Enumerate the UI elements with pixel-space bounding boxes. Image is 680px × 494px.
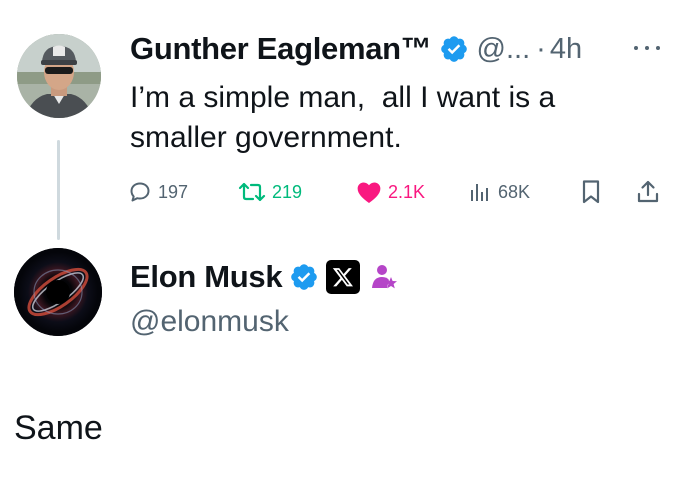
- reply-author-handle[interactable]: @elonmusk: [130, 302, 289, 342]
- reply-author-name[interactable]: Elon Musk: [130, 259, 283, 295]
- repost-count: 219: [272, 181, 303, 202]
- tweet-text: I’m a simple man, all I want is a smalle…: [130, 81, 564, 154]
- analytics-icon: [471, 184, 488, 201]
- reply-tweet-text: Same: [14, 409, 103, 447]
- share-icon: [637, 180, 659, 203]
- tweet-timestamp[interactable]: 4h: [550, 33, 582, 66]
- profile-photo-icon: [17, 34, 101, 118]
- bookmark-button[interactable]: [580, 175, 602, 209]
- repost-icon: [238, 182, 266, 202]
- verified-badge-icon[interactable]: [289, 262, 319, 292]
- repost-button[interactable]: 219: [238, 175, 302, 209]
- author-avatar[interactable]: [17, 34, 101, 118]
- reply-button[interactable]: 197: [128, 175, 188, 209]
- heart-icon: [357, 182, 381, 204]
- author-handle[interactable]: @...: [477, 33, 531, 66]
- tweet-header: Gunther Eagleman™ @... · 4h: [130, 28, 582, 70]
- x-affiliation-icon[interactable]: [326, 260, 361, 294]
- share-button[interactable]: [636, 175, 660, 209]
- thread-connector-line: [57, 140, 60, 240]
- author-name[interactable]: Gunther Eagleman™: [130, 31, 432, 67]
- reply-header: Elon Musk: [130, 256, 399, 298]
- view-count: 68K: [498, 181, 531, 202]
- bookmark-icon: [582, 180, 600, 204]
- blackhole-avatar-icon: [14, 248, 102, 336]
- reply-author-avatar[interactable]: [14, 248, 102, 336]
- like-button[interactable]: 2.1K: [356, 175, 425, 209]
- tweet-thread: Gunther Eagleman™ @... · 4h I’m a simple…: [0, 0, 680, 494]
- reply-count: 197: [158, 181, 189, 202]
- space-host-icon[interactable]: [369, 262, 399, 292]
- like-count: 2.1K: [388, 181, 426, 202]
- verified-badge-icon[interactable]: [439, 34, 469, 64]
- tweet-actions: 197 219 2.1K 68K: [128, 175, 668, 209]
- separator-dot: ·: [536, 32, 546, 65]
- reply-icon: [130, 182, 150, 202]
- views-button[interactable]: 68K: [468, 175, 530, 209]
- more-icon[interactable]: [634, 38, 660, 58]
